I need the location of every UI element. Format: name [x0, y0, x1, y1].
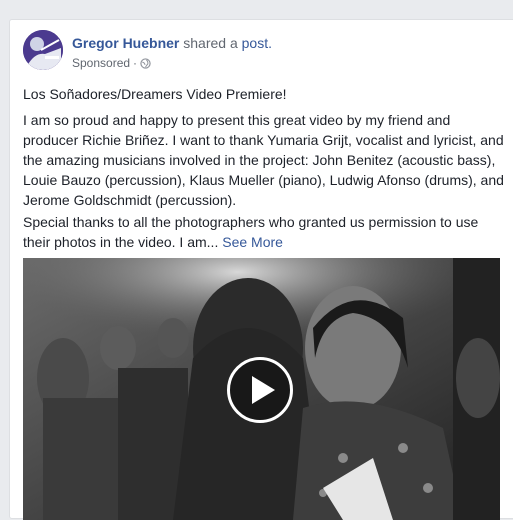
author-name[interactable]: Gregor Huebner: [72, 35, 179, 51]
shared-text: shared a: [183, 35, 238, 51]
see-more-link[interactable]: See More: [222, 234, 283, 250]
post-header: Gregor Huebner shared a post.: [72, 35, 272, 51]
globe-icon[interactable]: [140, 57, 151, 69]
post-card: Gregor Huebner shared a post. Sponsored …: [9, 19, 513, 520]
play-button[interactable]: [227, 357, 293, 423]
meta-separator: ·: [133, 56, 138, 70]
avatar[interactable]: [23, 30, 63, 70]
post-paragraph-2: Special thanks to all the photographers …: [23, 212, 505, 252]
play-icon: [252, 376, 275, 404]
post-meta: Sponsored ·: [72, 56, 151, 70]
post-link[interactable]: post.: [242, 35, 272, 51]
sponsored-label[interactable]: Sponsored: [72, 56, 130, 70]
post-title-line: Los Soñadores/Dreamers Video Premiere!: [23, 86, 287, 102]
video-player[interactable]: [23, 258, 500, 520]
post-paragraph-1: I am so proud and happy to present this …: [23, 112, 504, 208]
